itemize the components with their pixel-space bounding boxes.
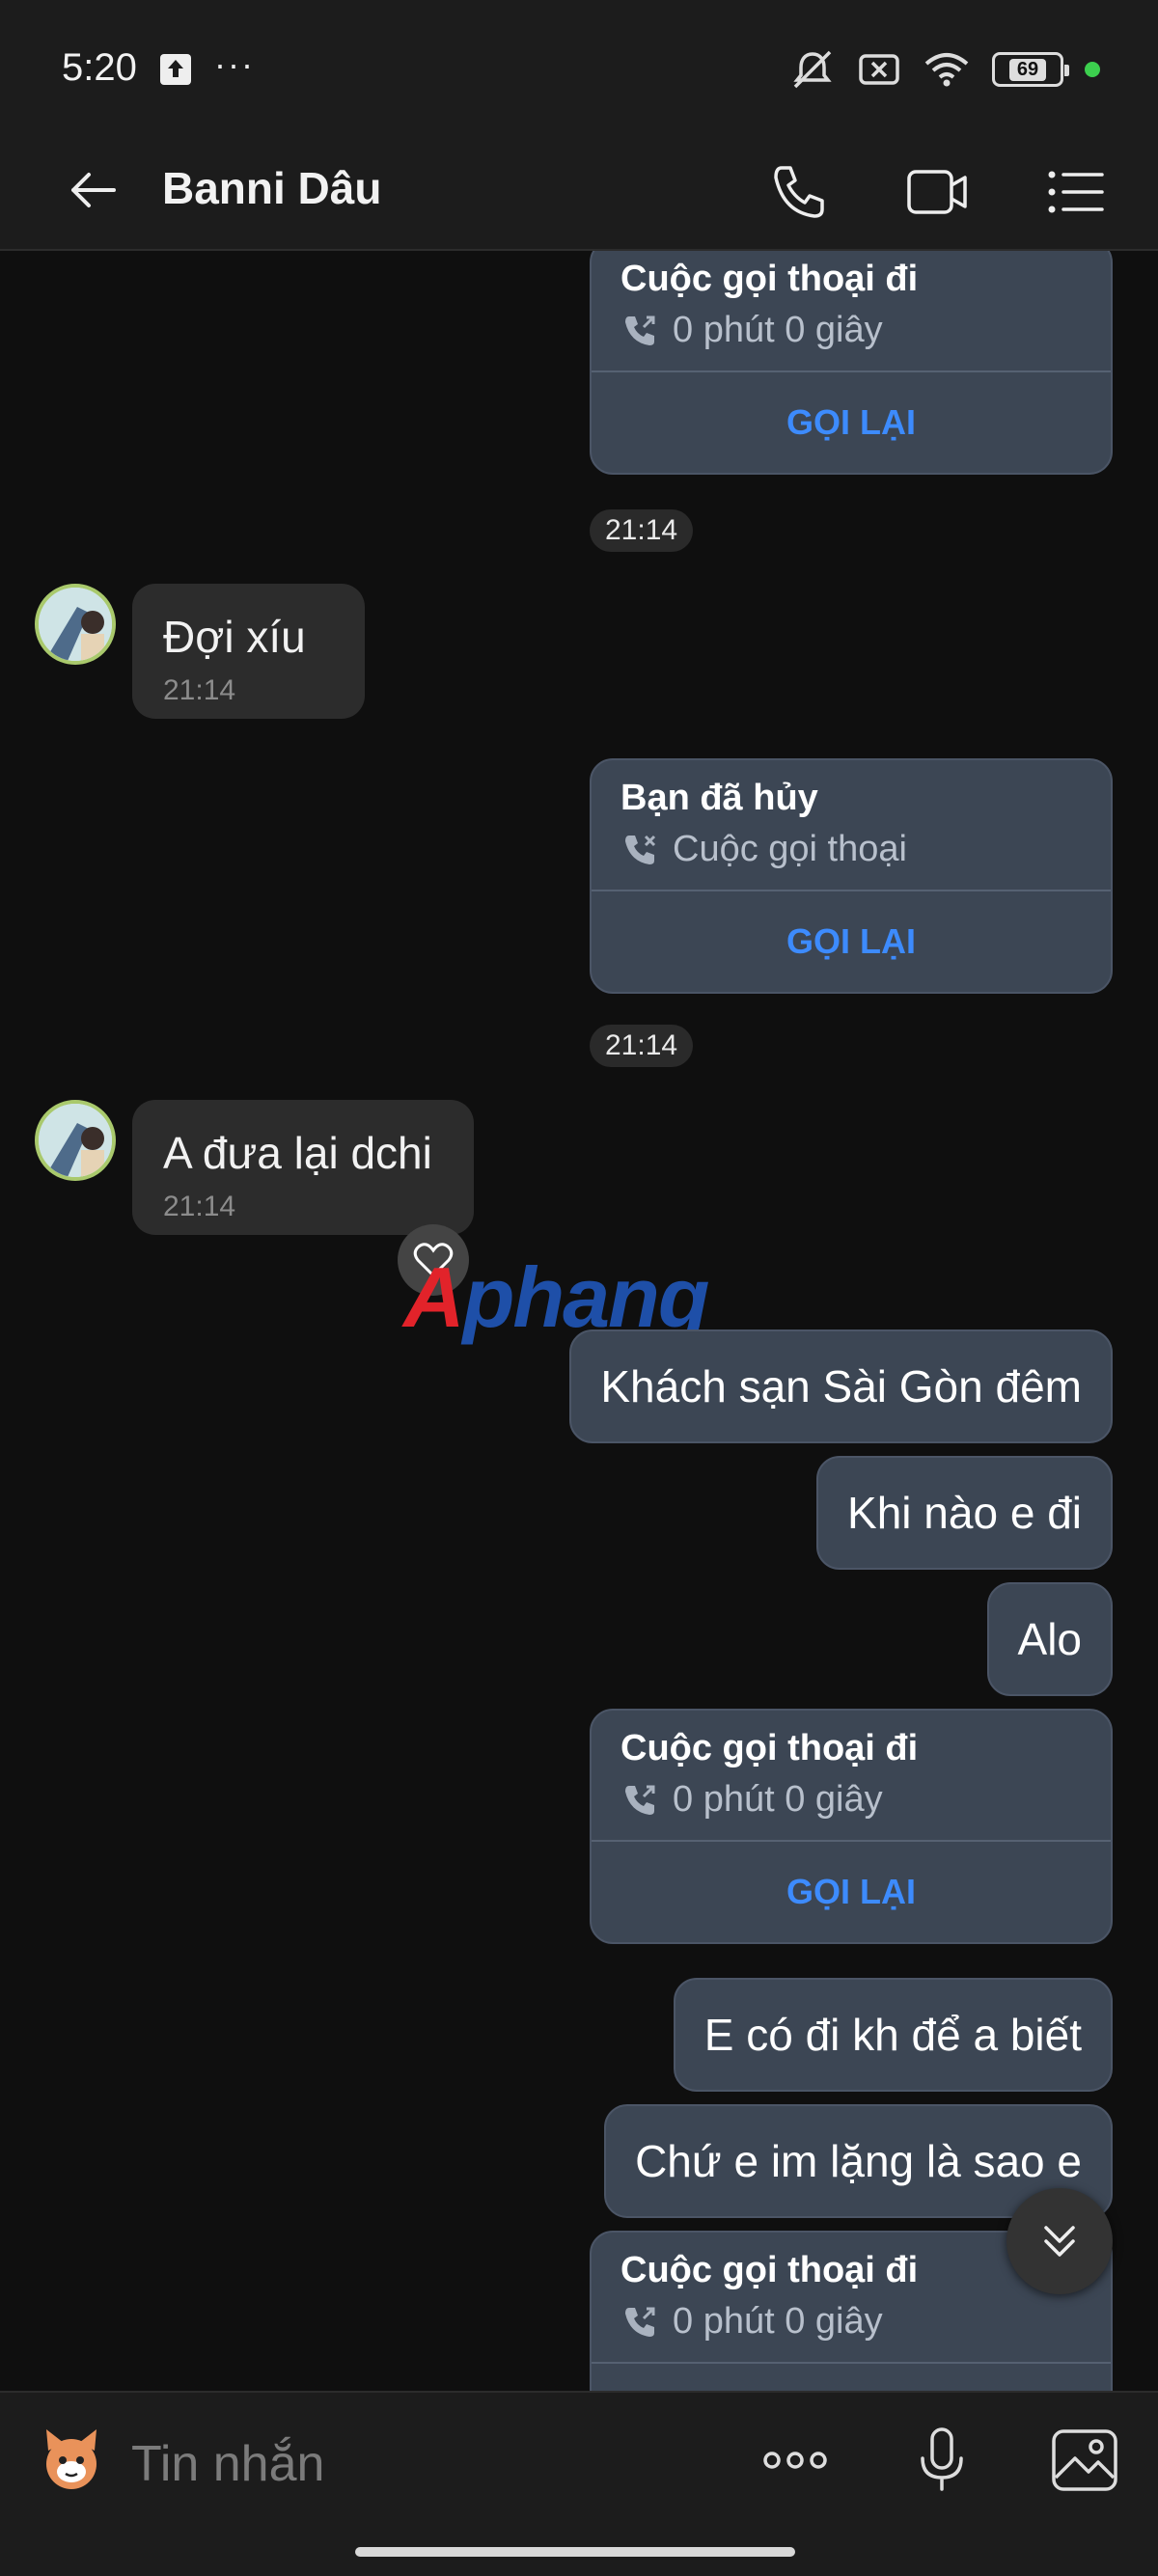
call-title: Cuộc gọi thoại đi (620, 259, 919, 299)
phone-outgoing-icon (625, 315, 655, 345)
image-icon[interactable] (1046, 2422, 1123, 2499)
message-time: 21:14 (163, 674, 236, 706)
call-card: Cuộc gọi thoại đi 0 phút 0 giây GỌI LẠI (590, 1709, 1113, 1944)
video-call-icon[interactable] (903, 158, 971, 226)
call-duration: 0 phút 0 giây (673, 1779, 883, 1820)
message-time: 21:14 (590, 1025, 694, 1067)
more-icon[interactable] (757, 2422, 834, 2499)
phone-outgoing-icon (625, 2307, 655, 2337)
no-sim-icon (859, 54, 899, 85)
call-card: Bạn đã hủy Cuộc gọi thoại GỌI LẠI (590, 758, 1113, 994)
status-bar: 5:20 ··· 69 (0, 0, 1158, 133)
outgoing-message[interactable]: Alo (986, 1582, 1113, 1696)
contact-name[interactable]: Banni Dâu (162, 162, 381, 214)
message-time: 21:14 (590, 509, 694, 552)
home-indicator[interactable] (355, 2547, 795, 2557)
message-text: A đưa lại dchi (163, 1128, 432, 1178)
silent-icon (793, 50, 832, 89)
call-card: Cuộc gọi thoại đi 0 phút 0 giây GỌI LẠI (590, 251, 1113, 475)
phone-icon[interactable] (764, 158, 832, 226)
call-back-button[interactable]: GỌI LẠI (592, 372, 1111, 473)
avatar[interactable] (35, 584, 116, 665)
call-duration: 0 phút 0 giây (673, 2301, 883, 2342)
outgoing-message[interactable]: Khi nào e đi (816, 1456, 1113, 1570)
message-text: Đợi xíu (163, 612, 306, 662)
more-notifications-icon: ··· (214, 44, 255, 84)
avatar[interactable] (35, 1100, 116, 1181)
sticker-icon[interactable] (33, 2422, 110, 2499)
call-status: Cuộc gọi thoại (673, 829, 907, 869)
battery-level: 69 (1008, 58, 1047, 81)
scroll-to-bottom-button[interactable] (1006, 2188, 1113, 2294)
outgoing-message[interactable]: Khách sạn Sài Gòn đêm (569, 1329, 1113, 1443)
wifi-icon (924, 53, 969, 87)
status-time: 5:20 (62, 46, 137, 89)
message-list[interactable]: Cuộc gọi thoại đi 0 phút 0 giây GỌI LẠI … (0, 251, 1158, 2391)
call-back-button[interactable]: GỌI LẠI (592, 891, 1111, 992)
privacy-indicator (1085, 62, 1100, 77)
outgoing-message[interactable]: E có đi kh để a biết (673, 1978, 1113, 2092)
upload-icon (160, 54, 191, 85)
menu-icon[interactable] (1042, 158, 1110, 226)
phone-outgoing-icon (625, 1785, 655, 1815)
message-time: 21:14 (163, 1191, 236, 1222)
incoming-message[interactable]: A đưa lại dchi 21:14 (132, 1100, 474, 1235)
phone-missed-icon (625, 835, 656, 864)
battery-icon: 69 (992, 52, 1069, 87)
call-duration: 0 phút 0 giây (673, 310, 883, 350)
call-title: Cuộc gọi thoại đi (620, 1728, 919, 1768)
microphone-icon[interactable] (903, 2422, 980, 2499)
call-title: Bạn đã hủy (620, 778, 818, 818)
incoming-message[interactable]: Đợi xíu 21:14 (132, 584, 365, 719)
chevron-double-down-icon (1044, 2226, 1075, 2257)
call-back-button[interactable]: GỌI LẠI (592, 1842, 1111, 1942)
chat-header: Banni Dâu (0, 133, 1158, 251)
message-input[interactable] (131, 2425, 710, 2503)
back-arrow-icon[interactable] (60, 156, 127, 224)
